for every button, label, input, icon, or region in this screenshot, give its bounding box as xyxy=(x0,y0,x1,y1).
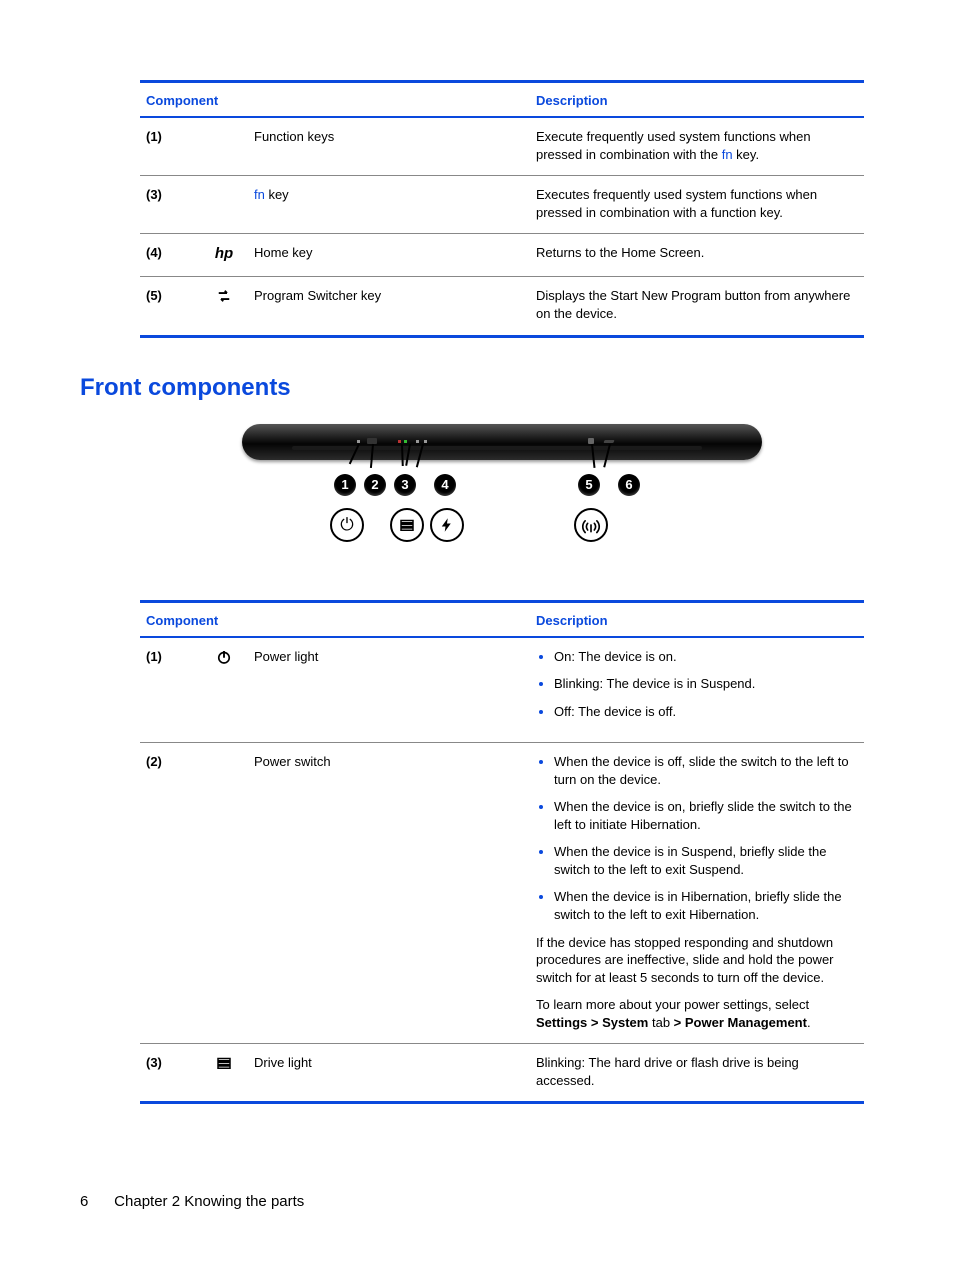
component-description: On: The device is on. Blinking: The devi… xyxy=(530,637,864,743)
component-name: Drive light xyxy=(248,1044,530,1103)
list-item: When the device is on, briefly slide the… xyxy=(554,798,858,833)
table-row: (1) Function keys Execute frequently use… xyxy=(140,117,864,176)
table-row: (1) Power light On: The device is on. Bl… xyxy=(140,637,864,743)
table-row: (3) Drive light Blinking: The hard drive… xyxy=(140,1044,864,1103)
callout-bubble: 2 xyxy=(364,474,386,496)
table-row: (2) Power switch When the device is off,… xyxy=(140,743,864,1044)
callout-bubble: 1 xyxy=(334,474,356,496)
component-description: Returns to the Home Screen. xyxy=(530,234,864,277)
page-number: 6 xyxy=(80,1193,110,1210)
row-number: (1) xyxy=(140,637,200,743)
callout-bubble: 5 xyxy=(578,474,600,496)
front-components-diagram: 1 2 3 4 5 6 ⏻ xyxy=(242,416,762,576)
component-name: Program Switcher key xyxy=(248,277,530,336)
table-row: (3) fn key Executes frequently used syst… xyxy=(140,176,864,234)
table-row: (4) hp Home key Returns to the Home Scre… xyxy=(140,234,864,277)
paragraph: If the device has stopped responding and… xyxy=(536,934,858,987)
component-name: fn key xyxy=(248,176,530,234)
power-icon xyxy=(200,637,248,743)
row-icon xyxy=(200,743,248,1044)
component-description: Displays the Start New Program button fr… xyxy=(530,277,864,336)
callout-bubble: 3 xyxy=(394,474,416,496)
chapter-label: Chapter 2 Knowing the parts xyxy=(114,1193,304,1210)
table-row: (5) Program Switcher key Displays the St… xyxy=(140,277,864,336)
th-description: Description xyxy=(530,82,864,118)
callout-bubble: 6 xyxy=(618,474,640,496)
th-component: Component xyxy=(140,82,530,118)
component-description: Executes frequently used system function… xyxy=(530,176,864,234)
component-description: Execute frequently used system functions… xyxy=(530,117,864,176)
component-name: Function keys xyxy=(248,117,530,176)
th-description: Description xyxy=(530,601,864,637)
row-number: (2) xyxy=(140,743,200,1044)
section-heading: Front components xyxy=(80,374,874,402)
page-footer: 6 Chapter 2 Knowing the parts xyxy=(80,1193,304,1210)
row-icon xyxy=(200,117,248,176)
hp-logo-icon: hp xyxy=(200,234,248,277)
list-item: When the device is in Suspend, briefly s… xyxy=(554,843,858,878)
list-item: Off: The device is off. xyxy=(554,703,858,721)
components-table-2: Component Description (1) Power light On… xyxy=(140,600,864,1105)
component-description: Blinking: The hard drive or flash drive … xyxy=(530,1044,864,1103)
paragraph: To learn more about your power settings,… xyxy=(536,996,858,1031)
list-item: When the device is in Hibernation, brief… xyxy=(554,888,858,923)
list-item: On: The device is on. xyxy=(554,648,858,666)
components-table-1: Component Description (1) Function keys … xyxy=(140,80,864,338)
component-name: Power light xyxy=(248,637,530,743)
th-component: Component xyxy=(140,601,530,637)
row-number: (3) xyxy=(140,1044,200,1103)
list-item: When the device is off, slide the switch… xyxy=(554,753,858,788)
row-number: (5) xyxy=(140,277,200,336)
program-switcher-icon xyxy=(200,277,248,336)
list-item: Blinking: The device is in Suspend. xyxy=(554,675,858,693)
component-name: Home key xyxy=(248,234,530,277)
row-number: (4) xyxy=(140,234,200,277)
battery-icon xyxy=(430,508,464,542)
drive-icon xyxy=(390,508,424,542)
row-number: (1) xyxy=(140,117,200,176)
drive-icon xyxy=(200,1044,248,1103)
power-icon: ⏻ xyxy=(330,508,364,542)
component-description: When the device is off, slide the switch… xyxy=(530,743,864,1044)
row-icon xyxy=(200,176,248,234)
component-name: Power switch xyxy=(248,743,530,1044)
row-number: (3) xyxy=(140,176,200,234)
callout-bubble: 4 xyxy=(434,474,456,496)
wireless-icon xyxy=(574,508,608,542)
